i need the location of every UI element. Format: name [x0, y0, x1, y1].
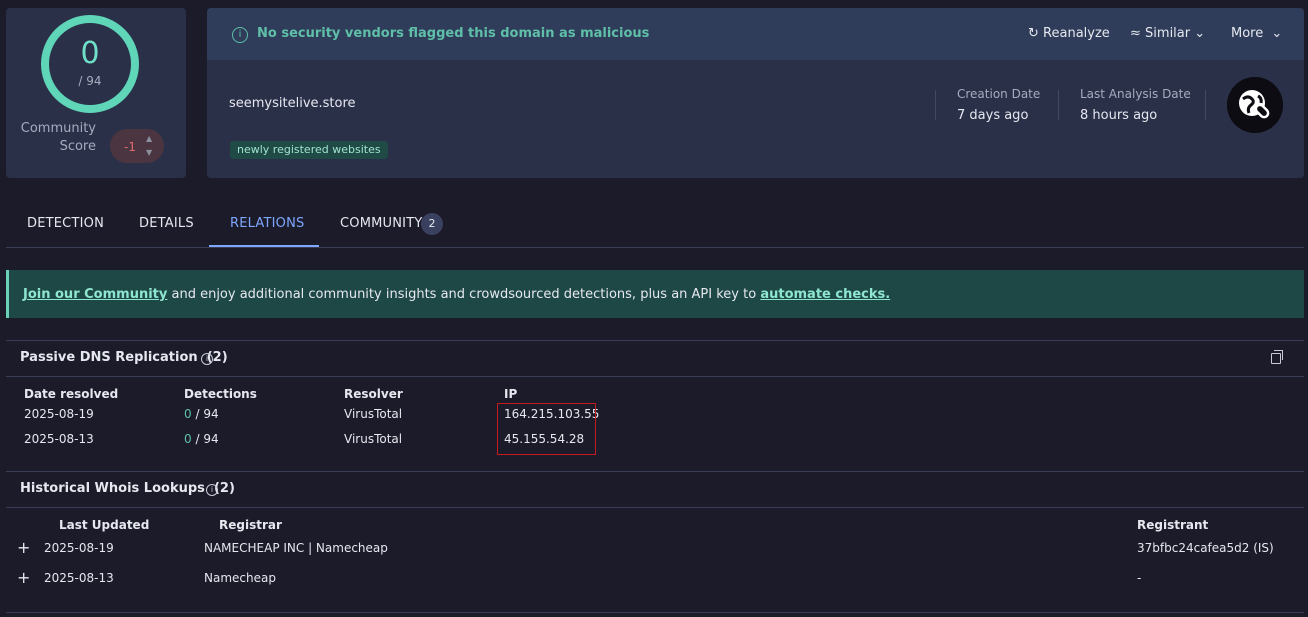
community-score-value: -1: [124, 140, 136, 154]
similar-icon: ≈: [1130, 26, 1141, 41]
divider: [6, 507, 1304, 508]
registrar: NAMECHEAP INC | Namecheap: [204, 541, 388, 555]
verdict-text: No security vendors flagged this domain …: [257, 26, 650, 41]
creation-date-label: Creation Date: [957, 87, 1041, 101]
column-header: IP: [504, 387, 518, 401]
last-analysis-label: Last Analysis Date: [1080, 87, 1191, 101]
expand-icon[interactable]: +: [17, 538, 30, 557]
community-count-badge: 2: [421, 213, 443, 235]
copy-icon[interactable]: [1271, 353, 1281, 364]
automate-checks-link[interactable]: automate checks.: [760, 287, 890, 302]
column-header: Last Updated: [59, 518, 150, 532]
category-tag[interactable]: newly registered websites: [230, 141, 388, 159]
section-title-passive-dns: Passive DNS Replication (2): [20, 350, 228, 365]
divider: [6, 376, 1304, 377]
detection-total: / 94: [78, 74, 102, 88]
upvote-icon[interactable]: ▲: [146, 134, 152, 143]
divider: [935, 90, 936, 120]
creation-date-value: 7 days ago: [957, 108, 1029, 123]
domain-globe-icon: [1227, 77, 1283, 133]
detection-count: 0: [80, 36, 100, 71]
domain-name: seemysitelive.store: [229, 96, 356, 111]
reanalyze-button[interactable]: ↻ Reanalyze: [1028, 26, 1110, 41]
downvote-icon[interactable]: ▼: [146, 148, 152, 157]
column-header: Detections: [184, 387, 257, 401]
resolution-detections[interactable]: 0 / 94: [184, 407, 219, 421]
more-button[interactable]: More ⌄: [1231, 26, 1282, 41]
last-analysis-value: 8 hours ago: [1080, 108, 1158, 123]
column-header: Resolver: [344, 387, 403, 401]
divider: [1058, 90, 1059, 120]
divider: [1205, 90, 1206, 120]
info-icon[interactable]: i: [201, 353, 213, 365]
community-banner-text: Join our Community and enjoy additional …: [23, 287, 891, 302]
tab-details[interactable]: DETAILS: [139, 216, 194, 231]
join-community-link[interactable]: Join our Community: [23, 287, 167, 302]
community-score-label: Community Score: [20, 121, 96, 154]
resolution-date: 2025-08-19: [24, 407, 94, 421]
info-icon[interactable]: i: [206, 484, 218, 496]
refresh-icon: ↻: [1028, 26, 1039, 41]
divider: [6, 340, 1304, 341]
column-header: Date resolved: [24, 387, 119, 401]
chevron-down-icon: ⌄: [1194, 26, 1206, 41]
active-tab-indicator: [209, 245, 319, 247]
resolver: VirusTotal: [344, 432, 403, 446]
chevron-down-icon: ⌄: [1271, 26, 1283, 41]
info-icon: i: [232, 27, 248, 43]
community-score-widget[interactable]: [110, 129, 164, 163]
resolution-date: 2025-08-13: [24, 432, 94, 446]
tab-community[interactable]: COMMUNITY: [340, 216, 423, 231]
resolution-detections[interactable]: 0 / 94: [184, 432, 219, 446]
highlight-annotation: [497, 403, 596, 455]
similar-button[interactable]: ≈ Similar ⌄: [1130, 26, 1205, 41]
divider: [6, 471, 1304, 472]
divider: [6, 612, 1304, 613]
column-header: Registrant: [1137, 518, 1209, 532]
whois-date: 2025-08-19: [44, 541, 114, 555]
registrar: Namecheap: [204, 571, 276, 585]
registrant: -: [1137, 571, 1142, 585]
resolver: VirusTotal: [344, 407, 403, 421]
tab-detection[interactable]: DETECTION: [27, 216, 104, 231]
expand-icon[interactable]: +: [17, 568, 30, 587]
tabs-divider: [6, 247, 1304, 248]
registrant: 37bfbc24cafea5d2 (IS): [1137, 541, 1274, 555]
tab-relations[interactable]: RELATIONS: [230, 216, 304, 231]
section-title-whois: Historical Whois Lookups (2): [20, 481, 235, 496]
column-header: Registrar: [219, 518, 282, 532]
whois-date: 2025-08-13: [44, 571, 114, 585]
